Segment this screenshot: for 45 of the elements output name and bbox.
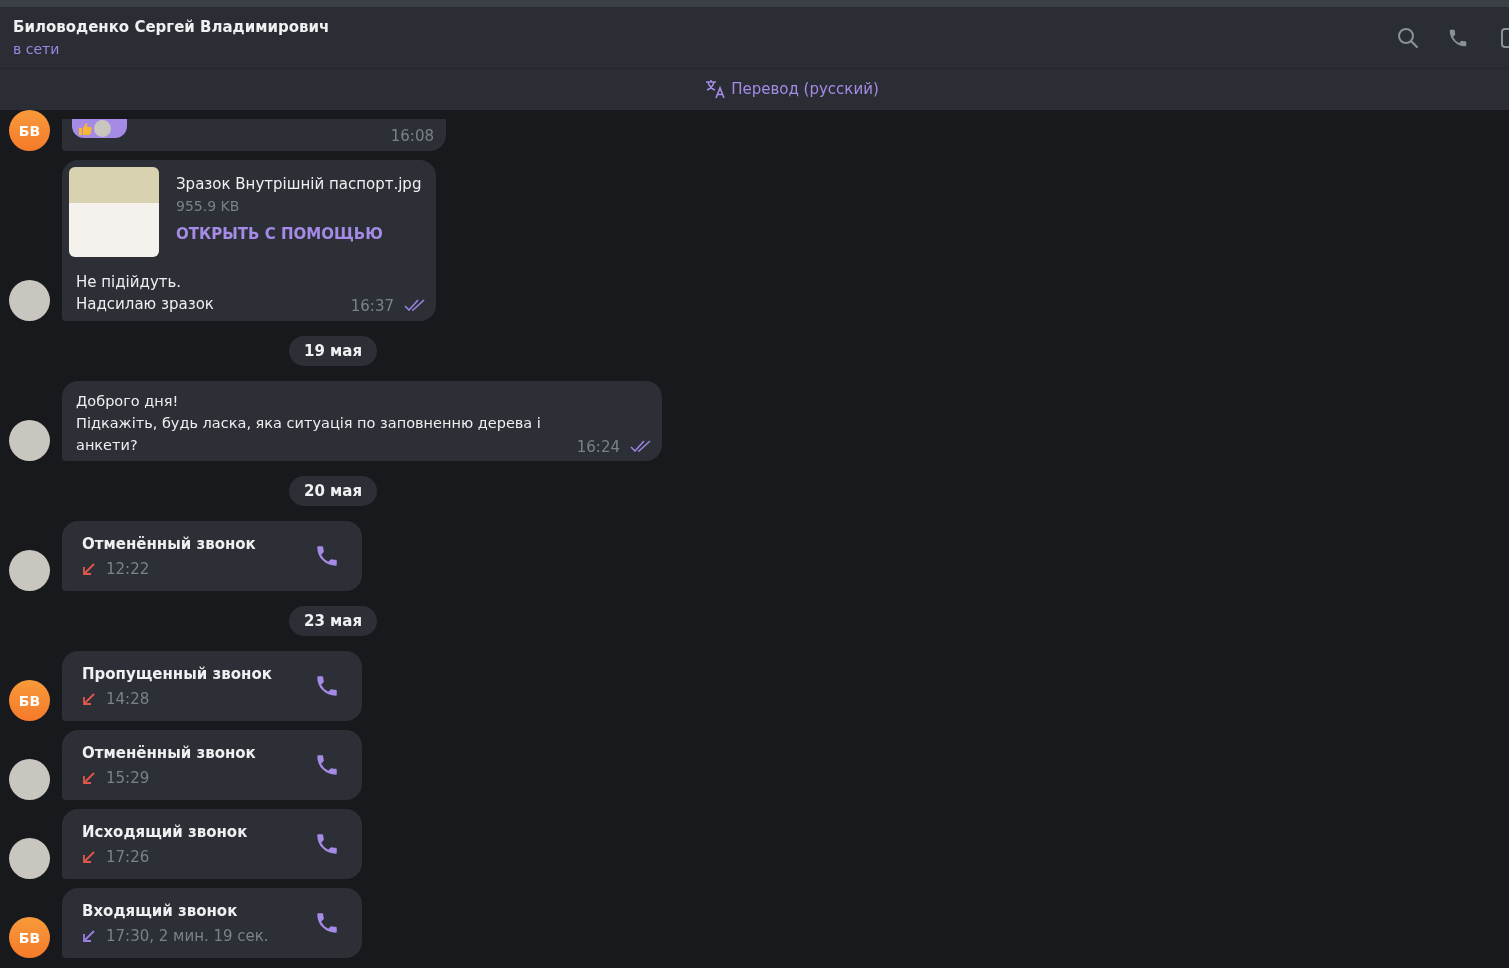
window-icon[interactable]: [1501, 27, 1509, 48]
avatar-photo[interactable]: [9, 838, 50, 879]
call-title: Отменённый звонок: [82, 534, 256, 553]
search-icon[interactable]: [1397, 26, 1419, 49]
message-text: Доброго дня!: [76, 392, 180, 411]
online-status: в сети: [13, 41, 61, 58]
message-time: 16:37: [350, 297, 394, 315]
message-text: Не підійдуть.: [76, 272, 183, 293]
avatar-photo: [94, 120, 111, 137]
phone-icon[interactable]: [314, 543, 340, 569]
call-title: Входящий звонок: [82, 901, 239, 920]
contact-name: Биловоденко Сергей Владимирович: [13, 18, 330, 37]
reaction-chip[interactable]: [72, 119, 127, 138]
message-time: 16:24: [576, 438, 620, 456]
phone-icon[interactable]: [314, 673, 340, 699]
thumbs-up-icon: [78, 121, 92, 136]
call-title: Исходящий звонок: [82, 822, 248, 841]
date-badge: 20 мая: [289, 476, 378, 506]
file-size: 955.9 KB: [176, 198, 241, 214]
call-time: 17:30, 2 мин. 19 сек.: [106, 926, 269, 945]
avatar-photo[interactable]: [9, 550, 50, 591]
avatar-initials[interactable]: БВ: [9, 917, 50, 958]
file-name: Зразок Внутрішній паспорт.jpg: [176, 175, 422, 193]
message-time: 16:08: [390, 127, 434, 145]
avatar-initials[interactable]: БВ: [9, 680, 50, 721]
translate-icon: [705, 79, 728, 100]
call-time: 15:29: [106, 768, 150, 787]
call-time: 17:26: [106, 847, 150, 866]
date-badge: 19 мая: [289, 336, 378, 366]
message-text: Підкажіть, будь ласка, яка ситуація по заповненню дерева і анкети?: [76, 414, 542, 455]
phone-icon[interactable]: [314, 752, 340, 778]
avatar-photo[interactable]: [9, 280, 50, 321]
message-text: Надсилаю зразок: [76, 294, 215, 315]
call-title: Отменённый звонок: [82, 743, 256, 762]
call-title: Пропущенный звонок: [82, 664, 272, 683]
phone-icon[interactable]: [314, 910, 340, 936]
translate-button[interactable]: Перевод (русский): [705, 79, 879, 100]
avatar-photo[interactable]: [9, 759, 50, 800]
date-badge: 23 мая: [289, 606, 378, 636]
avatar-photo[interactable]: [9, 420, 50, 461]
avatar-initials[interactable]: БВ: [9, 110, 50, 151]
open-with-link[interactable]: ОТКРЫТЬ С ПОМОЩЬЮ: [176, 225, 422, 243]
call-time: 12:22: [106, 559, 150, 578]
phone-icon[interactable]: [314, 831, 340, 857]
call-time: 14:28: [106, 689, 150, 708]
